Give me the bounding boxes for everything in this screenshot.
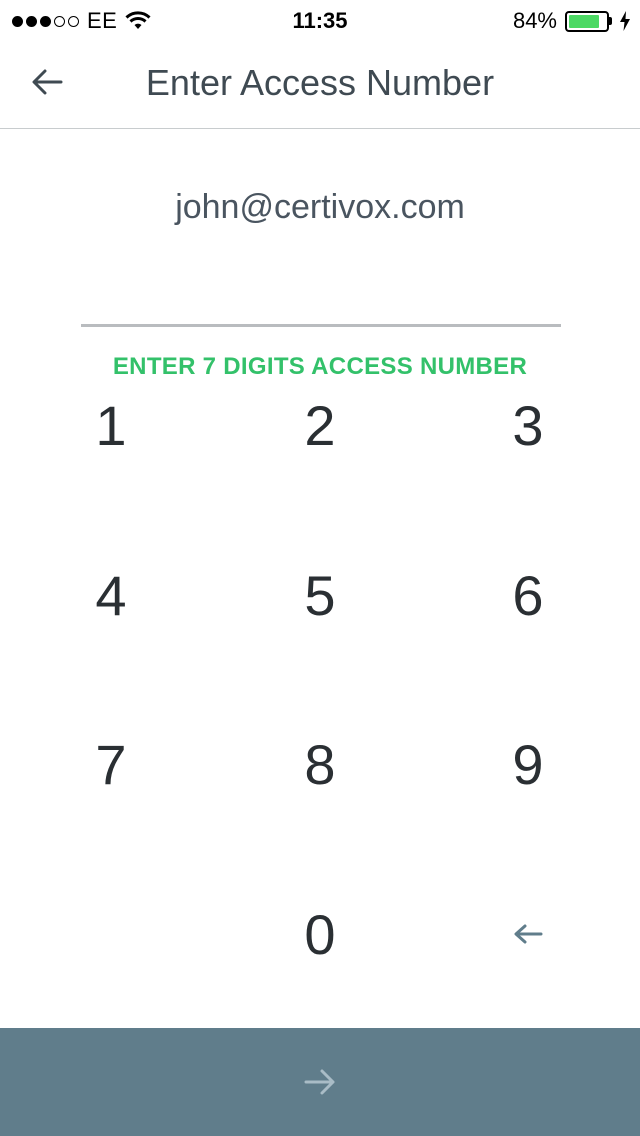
submit-button[interactable] — [0, 1028, 640, 1136]
charging-bolt-icon — [620, 11, 630, 31]
backspace-button[interactable] — [453, 874, 603, 994]
battery-icon — [565, 10, 612, 32]
battery-percent: 84% — [512, 8, 557, 33]
key-2[interactable]: 2 — [245, 365, 395, 485]
battery-body — [565, 10, 609, 32]
key-0[interactable]: 0 — [245, 874, 395, 994]
key-7[interactable]: 7 — [36, 704, 186, 824]
arrow-right-icon — [304, 1069, 335, 1095]
battery-tip — [609, 17, 612, 25]
backspace-arrow-icon — [514, 924, 543, 944]
access-number-screen: EE 11:35 84% Enter Access Number john@ce… — [0, 0, 640, 1136]
status-bar: EE 11:35 84% — [0, 0, 640, 40]
key-5[interactable]: 5 — [245, 535, 395, 655]
numeric-keypad: 1 2 3 4 5 6 7 8 9 0 — [0, 380, 640, 1020]
key-8[interactable]: 8 — [245, 704, 395, 824]
key-1[interactable]: 1 — [36, 365, 186, 485]
status-right: 84% — [513, 8, 630, 34]
key-4[interactable]: 4 — [36, 535, 186, 655]
page-title: Enter Access Number — [145, 62, 495, 103]
navigation-bar: Enter Access Number — [0, 40, 640, 129]
key-6[interactable]: 6 — [453, 535, 603, 655]
battery-fill — [569, 14, 600, 28]
access-number-field[interactable] — [81, 324, 561, 327]
key-3[interactable]: 3 — [453, 365, 603, 485]
account-email: john@certivox.com — [175, 188, 465, 226]
key-9[interactable]: 9 — [453, 704, 603, 824]
